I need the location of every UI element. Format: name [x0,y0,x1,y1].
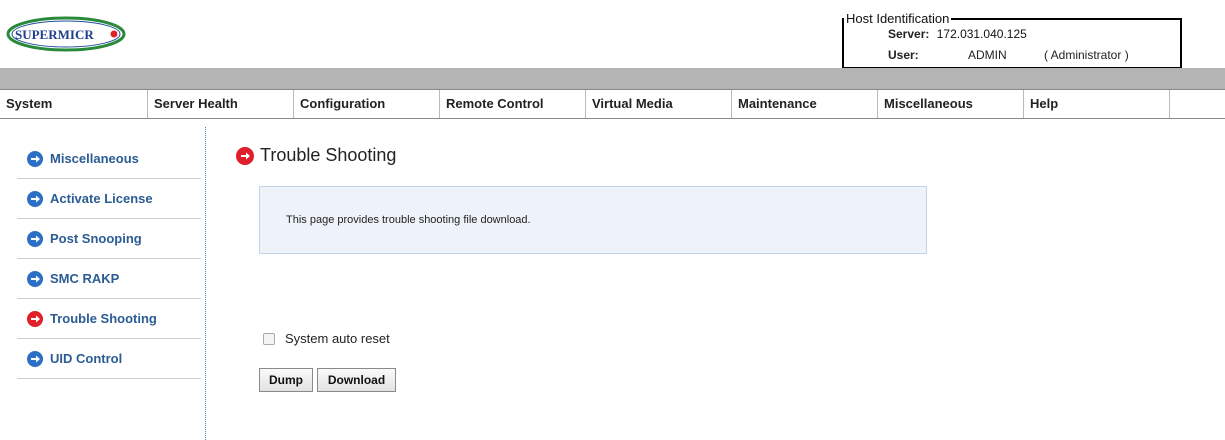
host-user-row: User: [888,48,919,62]
nav-remote-control[interactable]: Remote Control [440,90,586,118]
arrow-right-circle-icon [27,270,43,287]
sidebar-item-post-snooping[interactable]: Post Snooping [17,219,201,259]
user-label: User: [888,48,919,62]
header: SUPERMICR Host Identification Server: 17… [0,0,1225,69]
dump-button[interactable]: Dump [259,368,313,392]
arrow-right-circle-icon [236,146,254,165]
host-identification-box: Host Identification Server: 172.031.040.… [842,11,1182,69]
supermicro-logo: SUPERMICR [6,16,126,52]
nav-miscellaneous[interactable]: Miscellaneous [878,90,1024,118]
arrow-right-circle-icon [27,310,43,327]
sidebar-item-uid-control[interactable]: UID Control [17,339,201,379]
arrow-right-circle-icon [27,190,43,207]
nav-help[interactable]: Help [1024,90,1170,118]
host-server-row: Server: 172.031.040.125 [888,27,1027,41]
main-nav: System Server Health Configuration Remot… [0,89,1225,119]
nav-virtual-media[interactable]: Virtual Media [586,90,732,118]
auto-reset-row: System auto reset [263,331,390,346]
nav-configuration[interactable]: Configuration [294,90,440,118]
page-title-text: Trouble Shooting [260,145,397,165]
info-box: This page provides trouble shooting file… [259,186,927,254]
arrow-right-circle-icon [27,230,43,247]
arrow-right-circle-icon [27,150,43,167]
download-button[interactable]: Download [317,368,396,392]
nav-maintenance[interactable]: Maintenance [732,90,878,118]
sidebar-item-label: SMC RAKP [50,271,120,286]
sidebar-item-label: Post Snooping [50,231,142,246]
sidebar-item-trouble-shooting[interactable]: Trouble Shooting [17,299,201,339]
sidebar-item-label: Miscellaneous [50,151,139,166]
server-value: 172.031.040.125 [936,27,1027,41]
user-role: ( Administrator ) [1044,48,1129,62]
nav-server-health[interactable]: Server Health [148,90,294,118]
sidebar-item-label: Trouble Shooting [50,311,157,326]
svg-text:SUPERMICR: SUPERMICR [15,27,94,42]
auto-reset-checkbox[interactable] [263,332,275,345]
host-identification-title: Host Identification [844,11,952,26]
sidebar-divider [205,127,206,440]
user-value: ADMIN [968,48,1007,62]
sidebar: Miscellaneous Activate License Post Snoo… [17,139,201,379]
top-band [0,68,1225,89]
nav-system[interactable]: System [0,90,148,118]
sidebar-item-smc-rakp[interactable]: SMC RAKP [17,259,201,299]
sidebar-item-activate-license[interactable]: Activate License [17,179,201,219]
arrow-right-circle-icon [27,350,43,367]
page-title: Trouble Shooting [236,145,396,166]
info-text: This page provides trouble shooting file… [286,214,531,226]
server-label: Server: [888,27,930,41]
sidebar-item-label: UID Control [50,351,123,366]
sidebar-item-miscellaneous[interactable]: Miscellaneous [17,139,201,179]
auto-reset-label: System auto reset [285,331,390,346]
sidebar-item-label: Activate License [50,191,153,206]
